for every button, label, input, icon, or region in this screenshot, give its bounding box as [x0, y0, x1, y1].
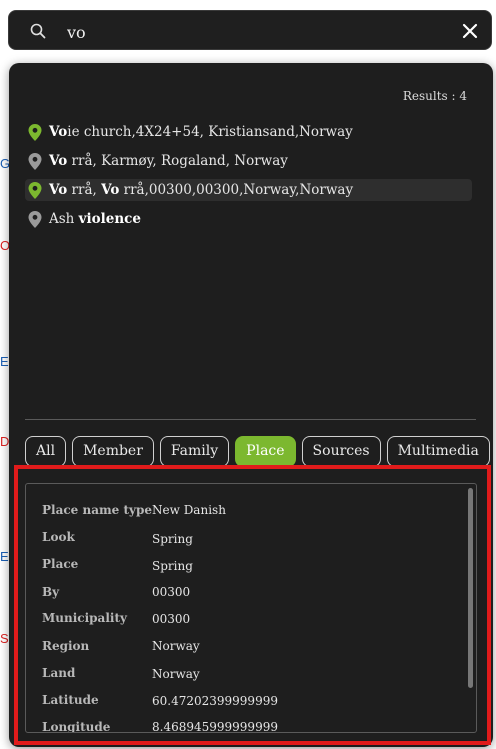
detail-label: Region: [42, 639, 90, 653]
search-icon: [30, 23, 46, 39]
map-pin-icon: [28, 182, 42, 199]
tab-all[interactable]: All: [25, 436, 67, 467]
detail-label: Look: [42, 530, 75, 544]
detail-label: Place name type: [42, 503, 153, 517]
result-match: Vo: [101, 182, 120, 198]
result-match: Vo: [49, 182, 68, 198]
result-match: Vo: [49, 153, 68, 169]
result-item[interactable]: Vo rrå, Karmøy, Rogaland, Norway: [25, 150, 472, 172]
detail-value: Spring: [152, 559, 193, 573]
detail-label: Municipality: [42, 611, 127, 625]
close-icon[interactable]: [461, 22, 479, 40]
tab-family[interactable]: Family: [159, 436, 230, 467]
detail-value: Norway: [152, 639, 200, 653]
result-text: rrå,00300,00300,Norway,Norway: [119, 182, 354, 198]
background-fragment: D: [0, 434, 10, 449]
tab-member[interactable]: Member: [72, 436, 154, 467]
search-input[interactable]: [65, 19, 449, 45]
place-details: Place name type New Danish Look Spring P…: [25, 483, 477, 733]
detail-label: Land: [42, 666, 76, 680]
results-count: Results : 4: [402, 89, 467, 103]
detail-value: Spring: [152, 532, 193, 546]
background-fragment: E: [0, 549, 9, 564]
result-text: ie church,4X24+54, Kristiansand,Norway: [67, 124, 353, 140]
detail-value: 00300: [152, 612, 191, 626]
result-item-selected[interactable]: Vo rrå, Vo rrå,00300,00300,Norway,Norway: [25, 179, 472, 201]
scrollbar[interactable]: [468, 488, 473, 688]
result-text: Ash: [49, 211, 79, 227]
result-item[interactable]: Ash violence: [25, 208, 472, 230]
map-pin-icon: [28, 153, 42, 170]
detail-value: 00300: [152, 585, 191, 599]
result-text: rrå, Karmøy, Rogaland, Norway: [67, 153, 288, 169]
detail-value: 8.468945999999999: [152, 720, 278, 733]
tab-place[interactable]: Place: [235, 436, 296, 467]
detail-value: New Danish: [152, 503, 226, 517]
result-list: Voie church,4X24+54, Kristiansand,Norway…: [25, 121, 472, 237]
result-item[interactable]: Voie church,4X24+54, Kristiansand,Norway: [25, 121, 472, 143]
map-pin-icon: [28, 124, 42, 141]
detail-label: Latitude: [42, 693, 99, 707]
detail-label: Place: [42, 557, 79, 571]
detail-label: Longitude: [42, 720, 111, 733]
divider: [25, 419, 476, 420]
tab-sources[interactable]: Sources: [301, 436, 381, 467]
detail-value: 60.47202399999999: [152, 694, 278, 708]
map-pin-icon: [28, 211, 42, 228]
detail-label: By: [42, 585, 60, 599]
result-match: violence: [78, 211, 141, 227]
result-match: Vo: [49, 124, 68, 140]
search-bar: [8, 10, 492, 50]
filter-tabs: All Member Family Place Sources Multimed…: [25, 436, 490, 467]
detail-value: Norway: [152, 667, 200, 681]
result-text: rrå,: [67, 182, 102, 198]
background-fragment: E: [0, 354, 9, 369]
tab-multimedia[interactable]: Multimedia: [386, 436, 490, 467]
